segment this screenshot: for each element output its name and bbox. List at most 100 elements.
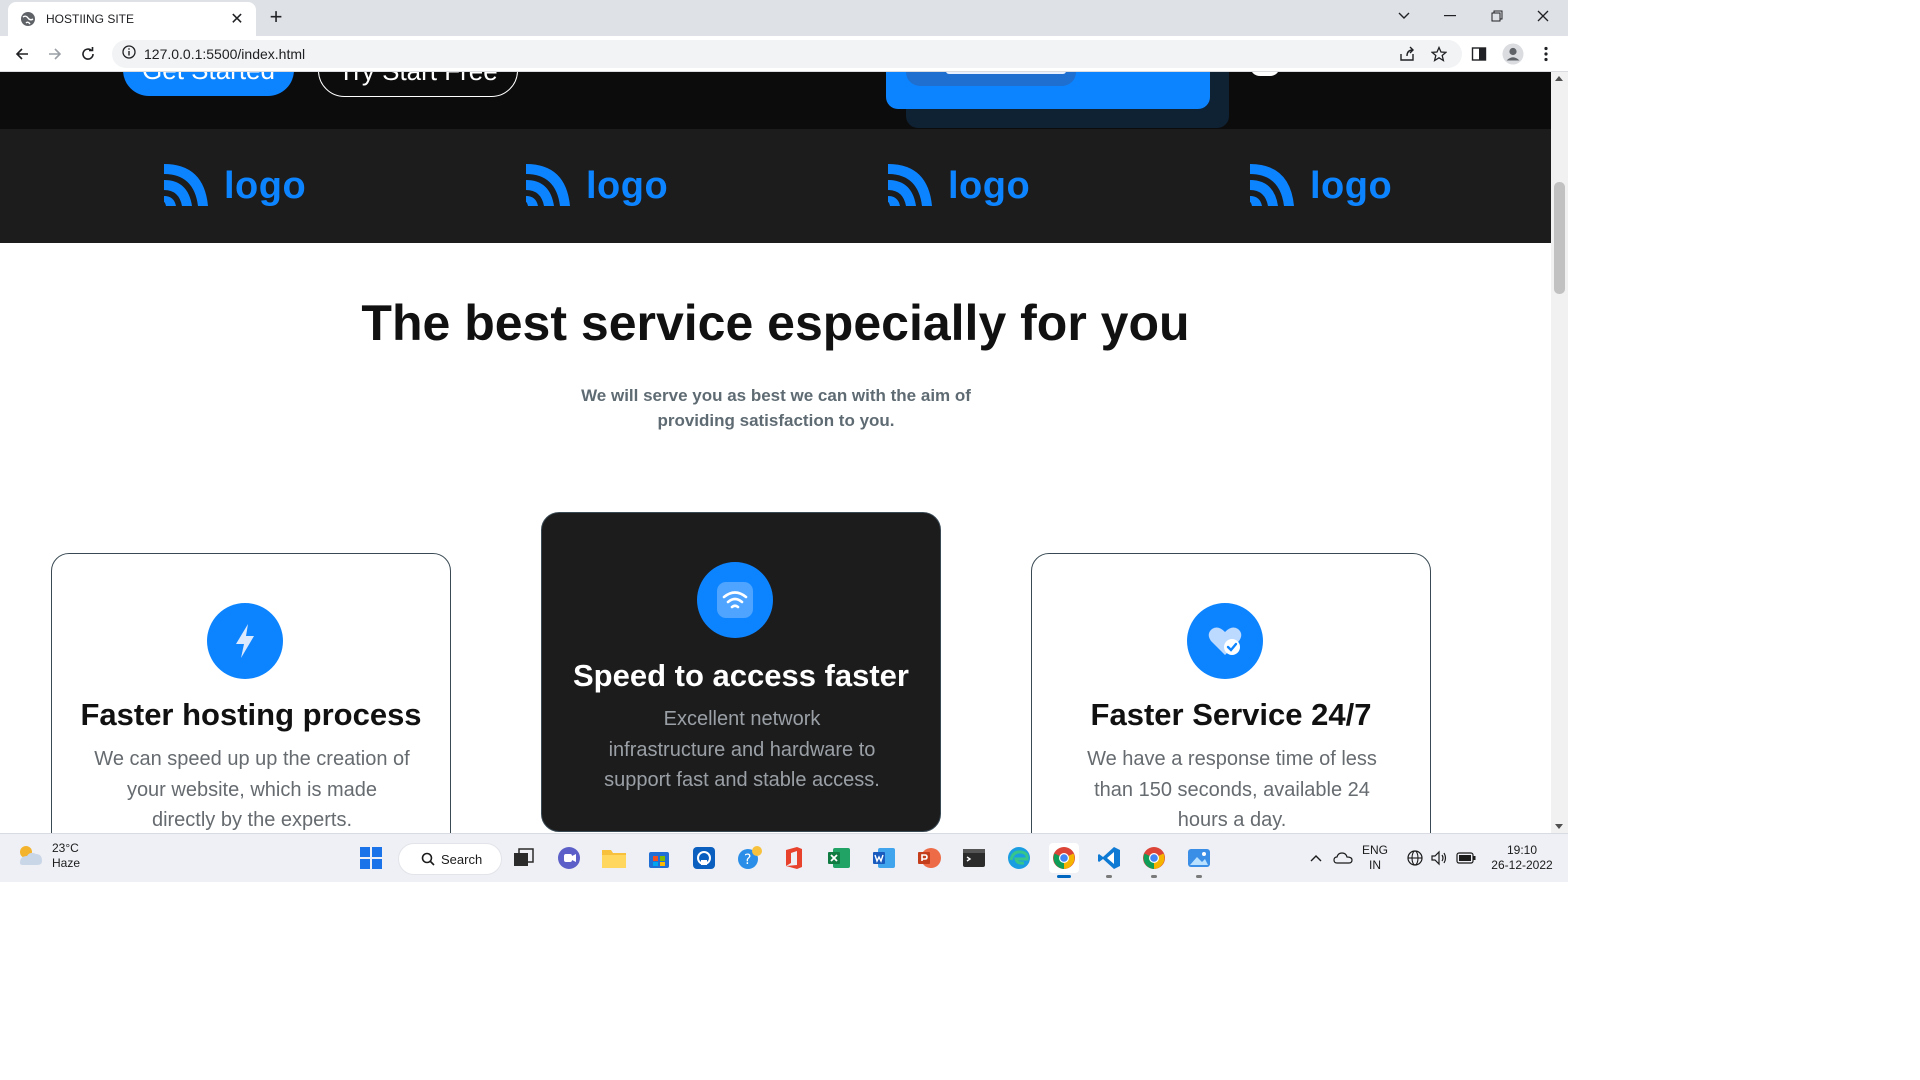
card-desc-line: directly by the experts. — [151, 809, 353, 831]
chrome-active-icon[interactable] — [1049, 843, 1079, 878]
card-description: Excellent network infrastructure and har… — [572, 704, 912, 796]
windows-taskbar: 23°C Haze Search ? ENG IN 19:10 26-12-20… — [0, 833, 1568, 882]
clock[interactable]: 19:10 26-12-2022 — [1490, 843, 1554, 873]
edge-browser-icon[interactable] — [1004, 843, 1034, 873]
profile-avatar-icon[interactable] — [1501, 42, 1525, 66]
card-title: Speed to access faster — [572, 658, 909, 693]
file-explorer-icon[interactable] — [599, 843, 629, 873]
search-label: Search — [441, 851, 483, 867]
powerpoint-icon[interactable] — [914, 843, 944, 873]
running-indicator — [1196, 875, 1202, 878]
card-title: Faster hosting process — [80, 697, 422, 732]
tab-title: HOSTIING SITE — [46, 12, 135, 26]
hero-illustration-bar — [946, 72, 1066, 74]
partner-logos-strip: logo logo logo logo — [0, 129, 1551, 243]
language-indicator[interactable]: ENG IN — [1362, 843, 1388, 873]
get-help-icon[interactable]: ? — [734, 843, 764, 873]
scroll-down-arrow-icon[interactable] — [1555, 824, 1563, 829]
weather-temperature: 23°C — [52, 841, 79, 855]
vscode-icon[interactable] — [1094, 843, 1124, 878]
info-icon[interactable] — [122, 44, 136, 64]
svg-text:?: ? — [744, 852, 751, 868]
try-start-free-button[interactable]: Try Start Free — [318, 72, 518, 97]
task-view-icon[interactable] — [509, 843, 539, 873]
microsoft-store-icon[interactable] — [644, 843, 674, 873]
forward-arrow-icon[interactable] — [42, 41, 68, 67]
running-indicator — [1106, 875, 1112, 878]
card-desc-line: We can speed up up the creation of — [94, 748, 410, 770]
bookmark-star-icon[interactable] — [1427, 42, 1451, 66]
restore-icon[interactable] — [1474, 0, 1520, 32]
close-tab-icon[interactable]: ✕ — [228, 9, 246, 29]
hero-section: Get Started Try Start Free — [0, 72, 1551, 129]
logo-wave-icon — [164, 164, 208, 206]
lightning-icon — [207, 603, 283, 679]
tab-search-chevron-icon[interactable] — [1381, 0, 1427, 32]
logo-text: logo — [586, 164, 669, 207]
subheading-line: providing satisfaction to you. — [657, 411, 895, 430]
card-desc-line: than 150 seconds, available 24 — [1094, 778, 1370, 801]
windows-start-icon[interactable] — [356, 843, 386, 873]
subheading-line: We will serve you as best we can with th… — [581, 386, 971, 405]
section-heading: The best service especially for you — [361, 295, 1190, 351]
browser-toolbar: 127.0.0.1:5500/index.html — [0, 36, 1568, 72]
page-viewport: Get Started Try Start Free logo logo log… — [0, 72, 1551, 833]
hero-illustration-pill — [906, 72, 1076, 86]
wifi-icon — [697, 562, 773, 638]
reload-icon[interactable] — [75, 41, 101, 67]
chrome-profile-icon[interactable] — [1139, 843, 1169, 878]
address-bar[interactable]: 127.0.0.1:5500/index.html — [112, 40, 1462, 68]
excel-icon[interactable] — [824, 843, 854, 873]
show-hidden-icons-chevron-icon[interactable] — [1305, 843, 1327, 873]
minimize-icon[interactable] — [1427, 0, 1473, 32]
browser-tabbar: HOSTIING SITE ✕ + — [0, 0, 1568, 36]
anydesk-icon[interactable] — [689, 843, 719, 873]
logo-text: logo — [224, 164, 307, 207]
globe-icon — [20, 11, 36, 27]
battery-icon[interactable] — [1454, 843, 1478, 873]
close-window-icon[interactable] — [1520, 0, 1566, 32]
share-icon[interactable] — [1395, 42, 1419, 66]
url-text: 127.0.0.1:5500/index.html — [144, 46, 306, 62]
menu-kebab-icon[interactable] — [1534, 42, 1558, 66]
onedrive-cloud-icon[interactable] — [1331, 843, 1355, 873]
side-panel-icon[interactable] — [1467, 42, 1491, 66]
partner-logo: logo — [884, 160, 1030, 212]
logo-wave-icon — [888, 164, 932, 206]
volume-icon[interactable] — [1428, 843, 1450, 873]
card-desc-line: hours a day. — [1177, 809, 1287, 831]
card-title: Faster Service 24/7 — [1090, 697, 1372, 732]
page-scrollbar[interactable] — [1551, 72, 1568, 833]
office-icon[interactable] — [779, 843, 809, 873]
weather-description: Haze — [52, 856, 81, 870]
word-icon[interactable] — [869, 843, 899, 873]
weather-widget[interactable]: 23°C Haze — [14, 841, 80, 871]
logo-wave-icon — [526, 164, 570, 206]
scroll-up-arrow-icon[interactable] — [1555, 76, 1563, 81]
scrollbar-thumb[interactable] — [1554, 182, 1565, 294]
card-desc-line: support fast and stable access. — [604, 769, 880, 791]
get-started-button[interactable]: Get Started — [123, 72, 294, 96]
section-subheading: We will serve you as best we can with th… — [550, 383, 1002, 433]
partner-logo: logo — [160, 160, 306, 212]
teams-chat-icon[interactable] — [554, 843, 584, 873]
card-desc-line: infrastructure and hardware to — [608, 738, 876, 761]
hero-illustration-blob — [1250, 72, 1280, 76]
back-arrow-icon[interactable] — [9, 41, 35, 67]
new-tab-icon[interactable]: + — [264, 5, 288, 29]
card-desc-line: Excellent network — [663, 708, 821, 730]
card-desc-line: your website, which is made — [126, 778, 378, 801]
browser-tab[interactable]: HOSTIING SITE ✕ — [8, 2, 256, 36]
language-code: ENG — [1362, 843, 1389, 857]
logo-text: logo — [948, 164, 1031, 207]
terminal-icon[interactable] — [959, 843, 989, 873]
card-description: We have a response time of less than 150… — [1062, 744, 1402, 833]
partner-logo: logo — [522, 160, 668, 212]
photos-icon[interactable] — [1184, 843, 1214, 878]
service-card-speed: Speed to access faster Excellent network… — [541, 512, 941, 832]
card-desc-line: We have a response time of less — [1087, 748, 1377, 770]
taskbar-search[interactable]: Search — [398, 843, 502, 875]
network-globe-icon[interactable] — [1404, 843, 1426, 873]
active-indicator — [1057, 875, 1071, 878]
search-icon — [421, 852, 435, 866]
